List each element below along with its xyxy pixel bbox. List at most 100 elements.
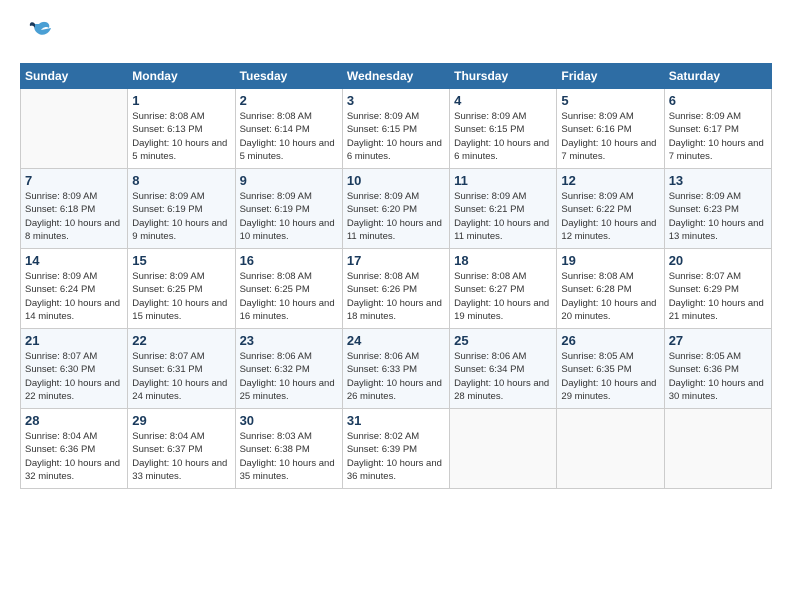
header — [20, 18, 772, 51]
day-number: 13 — [669, 173, 767, 188]
day-info: Sunrise: 8:05 AMSunset: 6:35 PMDaylight:… — [561, 350, 659, 403]
calendar-cell-1-3: 10 Sunrise: 8:09 AMSunset: 6:20 PMDayligh… — [342, 169, 449, 249]
calendar-cell-4-2: 30 Sunrise: 8:03 AMSunset: 6:38 PMDayligh… — [235, 409, 342, 489]
weekday-header-row: SundayMondayTuesdayWednesdayThursdayFrid… — [21, 64, 772, 89]
day-info: Sunrise: 8:09 AMSunset: 6:24 PMDaylight:… — [25, 270, 123, 323]
day-number: 25 — [454, 333, 552, 348]
day-info: Sunrise: 8:08 AMSunset: 6:25 PMDaylight:… — [240, 270, 338, 323]
day-info: Sunrise: 8:09 AMSunset: 6:18 PMDaylight:… — [25, 190, 123, 243]
day-number: 9 — [240, 173, 338, 188]
day-number: 24 — [347, 333, 445, 348]
calendar-cell-3-3: 24 Sunrise: 8:06 AMSunset: 6:33 PMDayligh… — [342, 329, 449, 409]
calendar-cell-3-0: 21 Sunrise: 8:07 AMSunset: 6:30 PMDayligh… — [21, 329, 128, 409]
day-number: 21 — [25, 333, 123, 348]
calendar-cell-0-0 — [21, 89, 128, 169]
day-info: Sunrise: 8:08 AMSunset: 6:28 PMDaylight:… — [561, 270, 659, 323]
calendar-cell-2-3: 17 Sunrise: 8:08 AMSunset: 6:26 PMDayligh… — [342, 249, 449, 329]
calendar-cell-0-2: 2Sunrise: 8:08 AMSunset: 6:14 PMDaylight… — [235, 89, 342, 169]
weekday-header-thursday: Thursday — [450, 64, 557, 89]
calendar-cell-4-3: 31Sunrise: 8:02 AMSunset: 6:39 PMDayligh… — [342, 409, 449, 489]
day-info: Sunrise: 8:09 AMSunset: 6:20 PMDaylight:… — [347, 190, 445, 243]
calendar-cell-2-6: 20Sunrise: 8:07 AMSunset: 6:29 PMDayligh… — [664, 249, 771, 329]
day-info: Sunrise: 8:09 AMSunset: 6:16 PMDaylight:… — [561, 110, 659, 163]
calendar-cell-3-5: 26 Sunrise: 8:05 AMSunset: 6:35 PMDayligh… — [557, 329, 664, 409]
calendar-week-4: 28 Sunrise: 8:04 AMSunset: 6:36 PMDayligh… — [21, 409, 772, 489]
day-number: 3 — [347, 93, 445, 108]
calendar-cell-4-6 — [664, 409, 771, 489]
day-number: 8 — [132, 173, 230, 188]
day-info: Sunrise: 8:09 AMSunset: 6:15 PMDaylight:… — [347, 110, 445, 163]
day-info: Sunrise: 8:08 AMSunset: 6:27 PMDaylight:… — [454, 270, 552, 323]
day-info: Sunrise: 8:09 AMSunset: 6:15 PMDaylight:… — [454, 110, 552, 163]
day-number: 6 — [669, 93, 767, 108]
calendar-cell-4-5 — [557, 409, 664, 489]
day-number: 26 — [561, 333, 659, 348]
calendar-cell-4-0: 28 Sunrise: 8:04 AMSunset: 6:36 PMDayligh… — [21, 409, 128, 489]
day-number: 19 — [561, 253, 659, 268]
calendar-cell-3-4: 25 Sunrise: 8:06 AMSunset: 6:34 PMDayligh… — [450, 329, 557, 409]
calendar-cell-3-1: 22 Sunrise: 8:07 AMSunset: 6:31 PMDayligh… — [128, 329, 235, 409]
day-info: Sunrise: 8:09 AMSunset: 6:19 PMDaylight:… — [132, 190, 230, 243]
calendar-cell-1-2: 9 Sunrise: 8:09 AMSunset: 6:19 PMDaylight… — [235, 169, 342, 249]
calendar-cell-1-0: 7 Sunrise: 8:09 AMSunset: 6:18 PMDaylight… — [21, 169, 128, 249]
calendar-cell-0-1: 1 Sunrise: 8:08 AMSunset: 6:13 PMDaylight… — [128, 89, 235, 169]
day-info: Sunrise: 8:09 AMSunset: 6:21 PMDaylight:… — [454, 190, 552, 243]
day-info: Sunrise: 8:07 AMSunset: 6:31 PMDaylight:… — [132, 350, 230, 403]
weekday-header-friday: Friday — [557, 64, 664, 89]
day-number: 28 — [25, 413, 123, 428]
day-info: Sunrise: 8:04 AMSunset: 6:37 PMDaylight:… — [132, 430, 230, 483]
day-info: Sunrise: 8:08 AMSunset: 6:14 PMDaylight:… — [240, 110, 338, 163]
day-number: 23 — [240, 333, 338, 348]
day-info: Sunrise: 8:05 AMSunset: 6:36 PMDaylight:… — [669, 350, 767, 403]
logo — [20, 18, 53, 51]
weekday-header-sunday: Sunday — [21, 64, 128, 89]
logo-bird-icon — [25, 18, 53, 51]
calendar-cell-2-0: 14Sunrise: 8:09 AMSunset: 6:24 PMDayligh… — [21, 249, 128, 329]
day-number: 27 — [669, 333, 767, 348]
day-info: Sunrise: 8:08 AMSunset: 6:26 PMDaylight:… — [347, 270, 445, 323]
day-info: Sunrise: 8:03 AMSunset: 6:38 PMDaylight:… — [240, 430, 338, 483]
calendar-cell-3-2: 23 Sunrise: 8:06 AMSunset: 6:32 PMDayligh… — [235, 329, 342, 409]
day-number: 1 — [132, 93, 230, 108]
calendar-cell-2-2: 16Sunrise: 8:08 AMSunset: 6:25 PMDayligh… — [235, 249, 342, 329]
day-number: 11 — [454, 173, 552, 188]
day-info: Sunrise: 8:07 AMSunset: 6:29 PMDaylight:… — [669, 270, 767, 323]
day-info: Sunrise: 8:06 AMSunset: 6:34 PMDaylight:… — [454, 350, 552, 403]
calendar-cell-1-1: 8 Sunrise: 8:09 AMSunset: 6:19 PMDaylight… — [128, 169, 235, 249]
day-number: 12 — [561, 173, 659, 188]
calendar-table: SundayMondayTuesdayWednesdayThursdayFrid… — [20, 63, 772, 489]
calendar-week-3: 21 Sunrise: 8:07 AMSunset: 6:30 PMDayligh… — [21, 329, 772, 409]
calendar-cell-1-6: 13 Sunrise: 8:09 AMSunset: 6:23 PMDayligh… — [664, 169, 771, 249]
weekday-header-saturday: Saturday — [664, 64, 771, 89]
day-info: Sunrise: 8:09 AMSunset: 6:25 PMDaylight:… — [132, 270, 230, 323]
weekday-header-wednesday: Wednesday — [342, 64, 449, 89]
calendar-cell-4-4 — [450, 409, 557, 489]
day-info: Sunrise: 8:07 AMSunset: 6:30 PMDaylight:… — [25, 350, 123, 403]
day-info: Sunrise: 8:06 AMSunset: 6:32 PMDaylight:… — [240, 350, 338, 403]
day-number: 22 — [132, 333, 230, 348]
day-info: Sunrise: 8:08 AMSunset: 6:13 PMDaylight:… — [132, 110, 230, 163]
day-number: 17 — [347, 253, 445, 268]
calendar-cell-2-4: 18 Sunrise: 8:08 AMSunset: 6:27 PMDayligh… — [450, 249, 557, 329]
calendar-cell-0-3: 3 Sunrise: 8:09 AMSunset: 6:15 PMDaylight… — [342, 89, 449, 169]
calendar-cell-2-1: 15Sunrise: 8:09 AMSunset: 6:25 PMDayligh… — [128, 249, 235, 329]
calendar-cell-0-5: 5 Sunrise: 8:09 AMSunset: 6:16 PMDaylight… — [557, 89, 664, 169]
calendar-cell-0-6: 6Sunrise: 8:09 AMSunset: 6:17 PMDaylight… — [664, 89, 771, 169]
calendar-week-1: 7 Sunrise: 8:09 AMSunset: 6:18 PMDaylight… — [21, 169, 772, 249]
calendar-week-0: 1 Sunrise: 8:08 AMSunset: 6:13 PMDaylight… — [21, 89, 772, 169]
day-info: Sunrise: 8:04 AMSunset: 6:36 PMDaylight:… — [25, 430, 123, 483]
day-info: Sunrise: 8:09 AMSunset: 6:22 PMDaylight:… — [561, 190, 659, 243]
day-number: 7 — [25, 173, 123, 188]
day-number: 18 — [454, 253, 552, 268]
day-number: 5 — [561, 93, 659, 108]
day-info: Sunrise: 8:09 AMSunset: 6:23 PMDaylight:… — [669, 190, 767, 243]
calendar-cell-3-6: 27 Sunrise: 8:05 AMSunset: 6:36 PMDayligh… — [664, 329, 771, 409]
day-info: Sunrise: 8:06 AMSunset: 6:33 PMDaylight:… — [347, 350, 445, 403]
calendar-cell-0-4: 4Sunrise: 8:09 AMSunset: 6:15 PMDaylight… — [450, 89, 557, 169]
day-info: Sunrise: 8:09 AMSunset: 6:19 PMDaylight:… — [240, 190, 338, 243]
day-number: 30 — [240, 413, 338, 428]
day-number: 10 — [347, 173, 445, 188]
day-number: 31 — [347, 413, 445, 428]
day-number: 29 — [132, 413, 230, 428]
calendar-cell-4-1: 29 Sunrise: 8:04 AMSunset: 6:37 PMDayligh… — [128, 409, 235, 489]
